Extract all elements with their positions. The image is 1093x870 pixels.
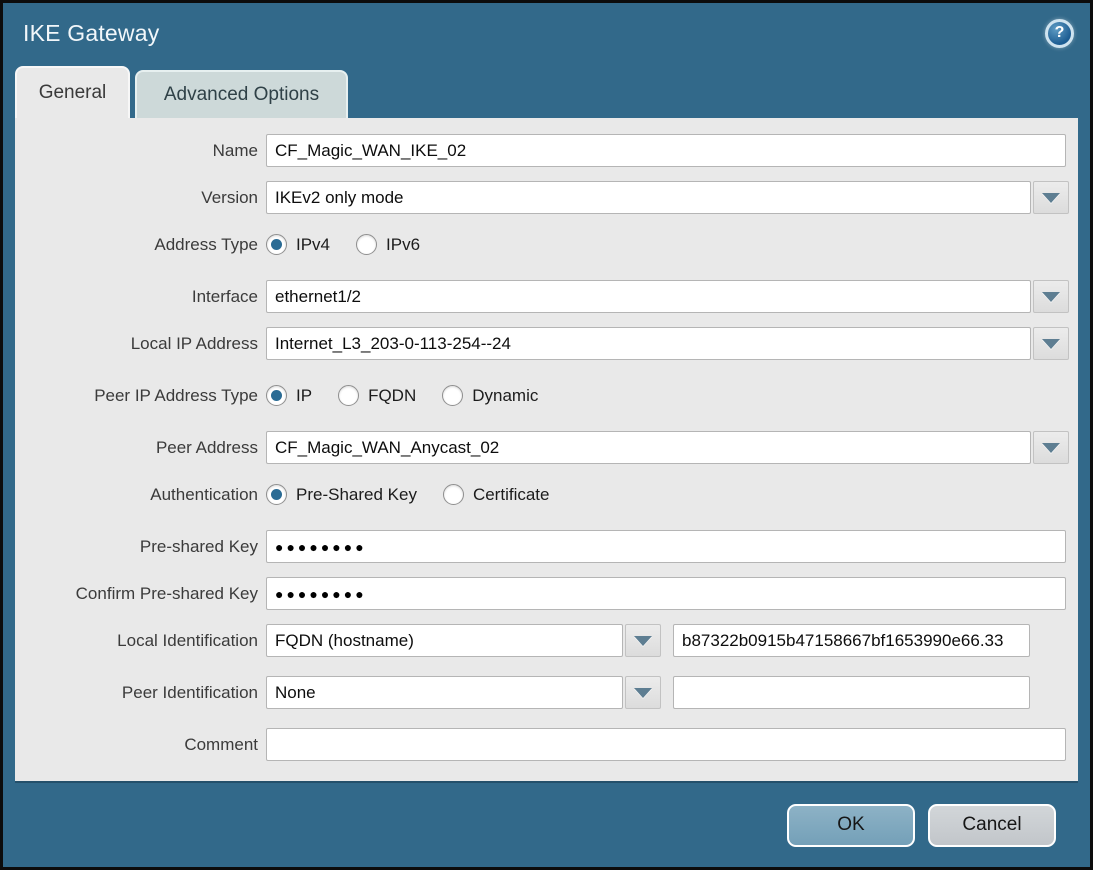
local-identification-value-input[interactable]: b87322b0915b47158667bf1653990e66.33 xyxy=(673,624,1030,657)
confirm-pre-shared-key-input[interactable]: ●●●●●●●● xyxy=(266,577,1066,610)
chevron-down-icon xyxy=(1042,292,1060,302)
radio-ipv6-label: IPv6 xyxy=(386,235,420,255)
local-identification-dropdown-button[interactable] xyxy=(625,624,661,657)
peer-identification-value-input[interactable] xyxy=(673,676,1030,709)
radio-option-ipv6[interactable]: IPv6 xyxy=(356,234,420,255)
address-type-label: Address Type xyxy=(15,235,258,255)
ok-button[interactable]: OK xyxy=(787,804,915,847)
dialog-footer: OK Cancel xyxy=(3,783,1090,867)
radio-option-ip[interactable]: IP xyxy=(266,385,312,406)
row-peer-ip-address-type: Peer IP Address Type IP FQDN Dynamic xyxy=(15,379,1078,412)
radio-psk-label: Pre-Shared Key xyxy=(296,485,417,505)
titlebar: IKE Gateway ? xyxy=(3,3,1090,63)
peer-identification-type-select[interactable]: None xyxy=(266,676,623,709)
row-comment: Comment xyxy=(15,728,1078,761)
confirm-pre-shared-key-label: Confirm Pre-shared Key xyxy=(15,584,258,604)
version-select[interactable]: IKEv2 only mode xyxy=(266,181,1031,214)
radio-psk-icon[interactable] xyxy=(266,484,287,505)
radio-dynamic-icon[interactable] xyxy=(442,385,463,406)
general-tab-panel: Name CF_Magic_WAN_IKE_02 Version IKEv2 o… xyxy=(15,118,1078,783)
comment-label: Comment xyxy=(15,735,258,755)
radio-fqdn-label: FQDN xyxy=(368,386,416,406)
radio-ipv4-icon[interactable] xyxy=(266,234,287,255)
interface-select[interactable]: ethernet1/2 xyxy=(266,280,1031,313)
radio-certificate-icon[interactable] xyxy=(443,484,464,505)
row-version: Version IKEv2 only mode xyxy=(15,181,1078,214)
row-interface: Interface ethernet1/2 xyxy=(15,280,1078,313)
name-label: Name xyxy=(15,141,258,161)
chevron-down-icon xyxy=(1042,339,1060,349)
local-ip-address-select[interactable]: Internet_L3_203-0-113-254--24 xyxy=(266,327,1031,360)
name-input[interactable]: CF_Magic_WAN_IKE_02 xyxy=(266,134,1066,167)
local-ip-dropdown-button[interactable] xyxy=(1033,327,1069,360)
pre-shared-key-input[interactable]: ●●●●●●●● xyxy=(266,530,1066,563)
radio-ipv4-label: IPv4 xyxy=(296,235,330,255)
row-confirm-pre-shared-key: Confirm Pre-shared Key ●●●●●●●● xyxy=(15,577,1078,610)
tab-advanced-options[interactable]: Advanced Options xyxy=(135,70,348,118)
row-name: Name CF_Magic_WAN_IKE_02 xyxy=(15,134,1078,167)
interface-label: Interface xyxy=(15,287,258,307)
radio-option-fqdn[interactable]: FQDN xyxy=(338,385,416,406)
cancel-button[interactable]: Cancel xyxy=(928,804,1056,847)
version-dropdown-button[interactable] xyxy=(1033,181,1069,214)
interface-dropdown-button[interactable] xyxy=(1033,280,1069,313)
help-icon[interactable]: ? xyxy=(1045,19,1074,48)
row-local-ip-address: Local IP Address Internet_L3_203-0-113-2… xyxy=(15,327,1078,360)
version-label: Version xyxy=(15,188,258,208)
authentication-label: Authentication xyxy=(15,485,258,505)
row-peer-identification: Peer Identification None xyxy=(15,676,1078,709)
chevron-down-icon xyxy=(634,636,652,646)
radio-certificate-label: Certificate xyxy=(473,485,550,505)
chevron-down-icon xyxy=(634,688,652,698)
tab-general[interactable]: General xyxy=(15,66,130,118)
peer-address-label: Peer Address xyxy=(15,438,258,458)
chevron-down-icon xyxy=(1042,443,1060,453)
radio-dynamic-label: Dynamic xyxy=(472,386,538,406)
row-address-type: Address Type IPv4 IPv6 xyxy=(15,228,1078,261)
radio-option-dynamic[interactable]: Dynamic xyxy=(442,385,538,406)
peer-address-dropdown-button[interactable] xyxy=(1033,431,1069,464)
ike-gateway-dialog: IKE Gateway ? General Advanced Options N… xyxy=(0,0,1093,870)
local-ip-address-label: Local IP Address xyxy=(15,334,258,354)
radio-ip-label: IP xyxy=(296,386,312,406)
dialog-title: IKE Gateway xyxy=(23,20,1045,47)
radio-ip-icon[interactable] xyxy=(266,385,287,406)
radio-ipv6-icon[interactable] xyxy=(356,234,377,255)
comment-input[interactable] xyxy=(266,728,1066,761)
row-authentication: Authentication Pre-Shared Key Certificat… xyxy=(15,478,1078,511)
pre-shared-key-label: Pre-shared Key xyxy=(15,537,258,557)
row-peer-address: Peer Address CF_Magic_WAN_Anycast_02 xyxy=(15,431,1078,464)
peer-identification-dropdown-button[interactable] xyxy=(625,676,661,709)
row-local-identification: Local Identification FQDN (hostname) b87… xyxy=(15,624,1078,657)
radio-fqdn-icon[interactable] xyxy=(338,385,359,406)
radio-option-ipv4[interactable]: IPv4 xyxy=(266,234,330,255)
row-pre-shared-key: Pre-shared Key ●●●●●●●● xyxy=(15,530,1078,563)
peer-identification-label: Peer Identification xyxy=(15,683,258,703)
tab-bar: General Advanced Options xyxy=(3,63,1090,118)
radio-option-pre-shared-key[interactable]: Pre-Shared Key xyxy=(266,484,417,505)
peer-ip-address-type-label: Peer IP Address Type xyxy=(15,386,258,406)
local-identification-type-select[interactable]: FQDN (hostname) xyxy=(266,624,623,657)
peer-address-select[interactable]: CF_Magic_WAN_Anycast_02 xyxy=(266,431,1031,464)
radio-option-certificate[interactable]: Certificate xyxy=(443,484,550,505)
chevron-down-icon xyxy=(1042,193,1060,203)
local-identification-label: Local Identification xyxy=(15,631,258,651)
